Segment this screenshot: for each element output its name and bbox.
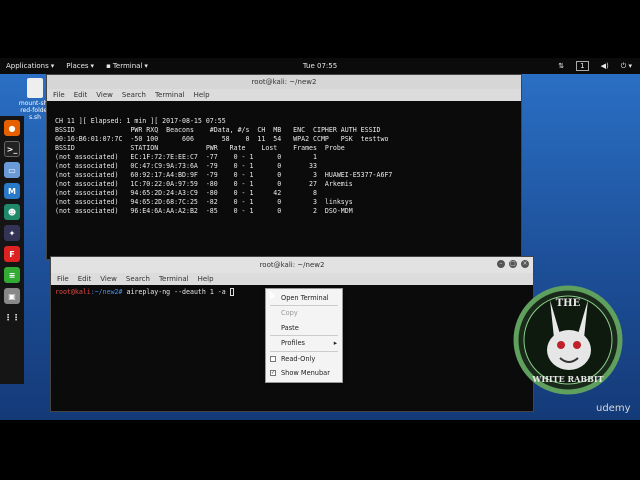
dock: ● >_ ▭ M ☻ ✦ F ≡ ▣ ⋮⋮ xyxy=(0,116,24,384)
menu-item-paste[interactable]: Paste xyxy=(266,321,342,335)
show-apps-icon[interactable]: ⋮⋮ xyxy=(4,309,20,325)
menu-file[interactable]: File xyxy=(57,275,69,283)
volume-icon[interactable]: ◀) xyxy=(601,62,609,70)
menu-edit[interactable]: Edit xyxy=(78,275,92,283)
places-menu[interactable]: Places ▾ xyxy=(60,62,100,70)
letterbox-top xyxy=(0,0,640,58)
faraday-icon[interactable]: F xyxy=(4,246,20,262)
workspace-indicator[interactable]: 1 xyxy=(576,61,589,71)
checkbox-unchecked-icon xyxy=(270,355,276,362)
terminal-line: 00:16:B6:01:07:7C -50 100 606 58 0 11 54… xyxy=(51,135,389,143)
terminal-line: (not associated) 60:92:17:A4:BD:9F -79 0… xyxy=(51,171,393,179)
logo-text-top: THE xyxy=(556,298,581,309)
window-title: root@kali: ~/new2 xyxy=(259,261,325,269)
applications-menu[interactable]: Applications ▾ xyxy=(0,62,60,70)
window-title-bar: root@kali: ~/new2 – □ × xyxy=(51,257,533,273)
top-panel: Applications ▾ Places ▾ ▪ Terminal ▾ Tue… xyxy=(0,58,640,74)
menu-item-open-terminal[interactable]: Open Terminal xyxy=(266,291,342,305)
firefox-icon[interactable]: ● xyxy=(4,120,20,136)
leafpad-icon[interactable]: ≡ xyxy=(4,267,20,283)
context-menu: Open Terminal Copy Paste Profiles ▸ Read-… xyxy=(265,288,343,384)
terminal-line: (not associated) 0C:47:C9:9A:73:6A -79 0… xyxy=(51,162,317,170)
menu-edit[interactable]: Edit xyxy=(74,91,88,99)
menu-search[interactable]: Search xyxy=(126,275,150,283)
text-cursor xyxy=(229,288,234,296)
menu-terminal[interactable]: Terminal xyxy=(159,275,189,283)
menubar: File Edit View Search Terminal Help xyxy=(47,89,521,101)
prompt-path: :~/new2# xyxy=(90,288,123,296)
metasploit-icon[interactable]: M xyxy=(4,183,20,199)
terminal-icon[interactable]: >_ xyxy=(4,141,20,157)
menu-help[interactable]: Help xyxy=(194,91,210,99)
chevron-right-icon: ▸ xyxy=(333,339,337,348)
maximize-button[interactable]: □ xyxy=(509,260,517,268)
menu-help[interactable]: Help xyxy=(198,275,214,283)
window-title: root@kali: ~/new2 xyxy=(47,75,521,89)
menubar: File Edit View Search Terminal Help xyxy=(51,273,533,285)
terminal-line: (not associated) 96:E4:6A:AA:A2:B2 -85 0… xyxy=(51,207,353,215)
logo-text-bottom: WHITE RABBIT xyxy=(531,374,603,384)
menu-search[interactable]: Search xyxy=(122,91,146,99)
screenshot-icon[interactable]: ▣ xyxy=(4,288,20,304)
terminal-window-back[interactable]: root@kali: ~/new2 File Edit View Search … xyxy=(46,74,522,260)
menu-item-profiles[interactable]: Profiles ▸ xyxy=(266,336,342,350)
minimize-button[interactable]: – xyxy=(497,260,505,268)
menu-terminal[interactable]: Terminal xyxy=(155,91,185,99)
close-button[interactable]: × xyxy=(521,260,529,268)
terminal-line: BSSID PWR RXQ Beacons #Data, #/s CH MB E… xyxy=(51,126,381,134)
white-rabbit-logo: THE WHITE RABBIT xyxy=(513,285,623,395)
terminal-output: CH 11 ][ Elapsed: 1 min ][ 2017-08-15 07… xyxy=(47,101,521,237)
menu-view[interactable]: View xyxy=(100,275,117,283)
udemy-watermark: udemy xyxy=(596,403,631,414)
terminal-line: (not associated) EC:1F:72:7E:EE:C7 -77 0… xyxy=(51,153,317,161)
terminal-line: (not associated) 94:65:2D:24:A3:C9 -80 0… xyxy=(51,189,317,197)
menu-item-copy[interactable]: Copy xyxy=(266,306,342,320)
files-icon[interactable]: ▭ xyxy=(4,162,20,178)
menu-item-show-menubar[interactable]: ✓ Show Menubar xyxy=(266,366,342,380)
terminal-line: (not associated) 1C:70:22:0A:97:59 -80 0… xyxy=(51,180,353,188)
burpsuite-icon[interactable]: ✦ xyxy=(4,225,20,241)
terminal-line: (not associated) 94:65:2D:68:7C:25 -82 0… xyxy=(51,198,353,206)
letterbox-bottom xyxy=(0,420,640,480)
checkbox-checked-icon: ✓ xyxy=(270,369,276,376)
terminal-line: BSSID STATION PWR Rate Lost Frames Probe xyxy=(51,144,345,152)
chevron-down-icon: ▾ xyxy=(90,62,95,70)
prompt-user: root@kali xyxy=(55,288,91,296)
power-icon[interactable]: ⏻ ▾ xyxy=(621,62,632,71)
terminal-icon: ▪ xyxy=(106,62,111,70)
menu-view[interactable]: View xyxy=(96,91,113,99)
chevron-down-icon: ▾ xyxy=(144,62,148,70)
terminal-app-menu[interactable]: ▪ Terminal ▾ xyxy=(100,62,154,70)
armitage-icon[interactable]: ☻ xyxy=(4,204,20,220)
terminal-line: CH 11 ][ Elapsed: 1 min ][ 2017-08-15 07… xyxy=(51,117,226,125)
command-text: aireplay-ng --deauth 1 -a xyxy=(122,288,230,296)
menu-item-read-only[interactable]: Read-Only xyxy=(266,352,342,366)
menu-file[interactable]: File xyxy=(53,91,65,99)
network-icon[interactable]: ⇅ xyxy=(558,62,564,70)
chevron-down-icon: ▾ xyxy=(50,62,55,70)
script-file-icon xyxy=(27,78,43,98)
